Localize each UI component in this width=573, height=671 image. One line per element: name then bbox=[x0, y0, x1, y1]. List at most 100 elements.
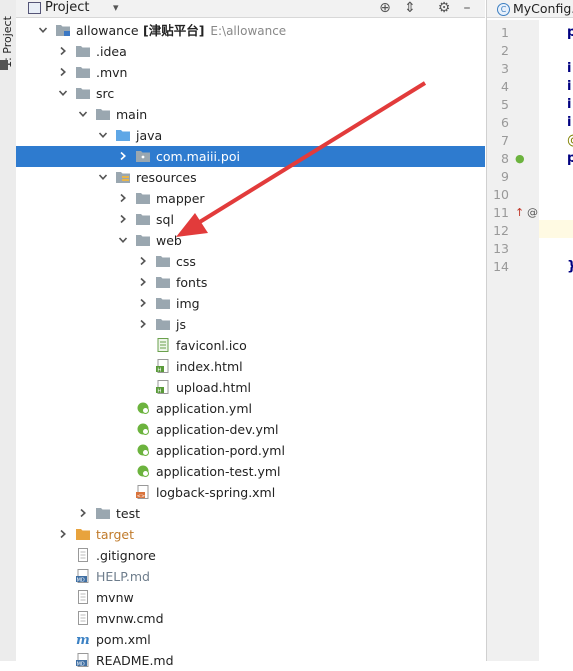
chevron-right-icon[interactable] bbox=[138, 319, 148, 329]
ico-file-icon bbox=[156, 338, 170, 352]
folder-icon bbox=[96, 107, 110, 121]
tree-row-index-html[interactable]: Hindex.html bbox=[16, 356, 485, 377]
tree-row-mvnw-cmd[interactable]: mvnw.cmd bbox=[16, 608, 485, 629]
collapse-all-icon[interactable]: ⇕ bbox=[402, 0, 418, 16]
tree-item-label: application-dev.yml bbox=[156, 422, 279, 437]
tree-row-mapper[interactable]: mapper bbox=[16, 188, 485, 209]
tree-row-com-maiii-poi[interactable]: com.maiii.poi bbox=[16, 146, 485, 167]
tree-row-resources[interactable]: resources bbox=[16, 167, 485, 188]
spring-yml-icon bbox=[136, 422, 150, 436]
tree-row-help-md[interactable]: MD HELP.md bbox=[16, 566, 485, 587]
gear-icon[interactable]: ⚙ bbox=[436, 0, 452, 16]
tree-row-js[interactable]: js bbox=[16, 314, 485, 335]
tree-row-application-yml[interactable]: application.yml bbox=[16, 398, 485, 419]
svg-text:H: H bbox=[157, 367, 161, 373]
tree-item-label: mapper bbox=[156, 191, 205, 206]
tree-row-fonts[interactable]: fonts bbox=[16, 272, 485, 293]
tree-item-label: img bbox=[176, 296, 200, 311]
tree-row-test[interactable]: test bbox=[16, 503, 485, 524]
chevron-right-icon[interactable] bbox=[58, 46, 68, 56]
folder-icon bbox=[136, 233, 150, 247]
tree-item-label: index.html bbox=[176, 359, 243, 374]
tree-item-label: upload.html bbox=[176, 380, 252, 395]
annotation-icon[interactable]: @ bbox=[527, 204, 538, 222]
tree-item-label: com.maiii.poi bbox=[156, 149, 240, 164]
view-dropdown-icon[interactable]: ▾ bbox=[113, 0, 119, 16]
line-number: 2 bbox=[501, 43, 509, 58]
tree-row--mvn[interactable]: .mvn bbox=[16, 62, 485, 83]
tree-row-application-dev-yml[interactable]: application-dev.yml bbox=[16, 419, 485, 440]
chevron-down-icon[interactable] bbox=[78, 109, 88, 119]
svg-text:m: m bbox=[76, 633, 90, 646]
spring-bean-icon[interactable]: ● bbox=[515, 150, 525, 168]
override-icon[interactable]: ↑ bbox=[515, 204, 524, 222]
tree-item-label: test bbox=[116, 506, 141, 521]
tree-row--idea[interactable]: .idea bbox=[16, 41, 485, 62]
chevron-down-icon[interactable] bbox=[58, 88, 68, 98]
svg-text:MD: MD bbox=[77, 661, 85, 667]
tree-row-pom-xml[interactable]: m pom.xml bbox=[16, 629, 485, 650]
tree-row-allowance[interactable]: allowance [津贴平台] E:\allowance bbox=[16, 20, 485, 41]
chevron-down-icon[interactable] bbox=[98, 130, 108, 140]
editor-tab-label[interactable]: MyConfig.j bbox=[513, 0, 573, 17]
line-number: 6 bbox=[501, 115, 509, 130]
tree-row--gitignore[interactable]: .gitignore bbox=[16, 545, 485, 566]
tree-row-application-test-yml[interactable]: application-test.yml bbox=[16, 461, 485, 482]
tree-row-img[interactable]: img bbox=[16, 293, 485, 314]
crosshair-icon[interactable]: ⊕ bbox=[377, 0, 393, 16]
hide-icon[interactable]: – bbox=[459, 0, 475, 16]
tree-row-web[interactable]: web bbox=[16, 230, 485, 251]
tree-row-css[interactable]: css bbox=[16, 251, 485, 272]
chevron-right-icon[interactable] bbox=[118, 214, 128, 224]
chevron-down-icon[interactable] bbox=[118, 235, 128, 245]
chevron-down-icon[interactable] bbox=[38, 25, 48, 35]
line-number: 5 bbox=[501, 97, 509, 112]
tree-item-label: src bbox=[96, 86, 115, 101]
tree-row-src[interactable]: src bbox=[16, 83, 485, 104]
tree-item-label: application.yml bbox=[156, 401, 252, 416]
module-folder-icon bbox=[56, 23, 70, 37]
tree-item-label: js bbox=[176, 317, 186, 332]
chevron-right-icon[interactable] bbox=[138, 298, 148, 308]
line-number: 13 bbox=[493, 241, 509, 256]
tree-item-label: allowance [津贴平台] E:\allowance bbox=[76, 23, 287, 38]
tree-row-logback-spring-xml[interactable]: <> logback-spring.xml bbox=[16, 482, 485, 503]
code-fragment: p bbox=[567, 25, 573, 40]
tree-row-faviconl-ico[interactable]: faviconl.ico bbox=[16, 335, 485, 356]
tree-item-label: .mvn bbox=[96, 65, 128, 80]
folder-icon bbox=[76, 65, 90, 79]
tree-row-mvnw[interactable]: mvnw bbox=[16, 587, 485, 608]
class-file-icon: C bbox=[497, 3, 510, 16]
chevron-right-icon[interactable] bbox=[58, 67, 68, 77]
code-fragment: i bbox=[567, 97, 572, 112]
md-file-icon: MD bbox=[76, 653, 90, 667]
code-fragment: i bbox=[567, 115, 572, 130]
tree-row-main[interactable]: main bbox=[16, 104, 485, 125]
chevron-right-icon[interactable] bbox=[118, 151, 128, 161]
tree-row-upload-html[interactable]: Hupload.html bbox=[16, 377, 485, 398]
tree-item-label: resources bbox=[136, 170, 197, 185]
line-number: 14 bbox=[493, 259, 509, 274]
panel-title[interactable]: Project bbox=[45, 0, 89, 16]
folder-icon bbox=[136, 212, 150, 226]
spring-yml-icon bbox=[136, 401, 150, 415]
chevron-right-icon[interactable] bbox=[118, 193, 128, 203]
folder-icon bbox=[156, 254, 170, 268]
source-folder-icon bbox=[116, 128, 130, 142]
folder-icon bbox=[76, 86, 90, 100]
tree-row-application-pord-yml[interactable]: application-pord.yml bbox=[16, 440, 485, 461]
tree-item-label: sql bbox=[156, 212, 174, 227]
tree-row-target[interactable]: target bbox=[16, 524, 485, 545]
tree-row-sql[interactable]: sql bbox=[16, 209, 485, 230]
chevron-right-icon[interactable] bbox=[78, 508, 88, 518]
tree-item-label: application-pord.yml bbox=[156, 443, 285, 458]
chevron-down-icon[interactable] bbox=[98, 172, 108, 182]
chevron-right-icon[interactable] bbox=[138, 256, 148, 266]
editor-pane: C MyConfig.j 1 2 3 4 5 6 7 8 9 10 11 12 13 14 ● ↑ @ piii… bbox=[486, 0, 573, 661]
tree-row-java[interactable]: java bbox=[16, 125, 485, 146]
chevron-right-icon[interactable] bbox=[58, 529, 68, 539]
chevron-right-icon[interactable] bbox=[138, 277, 148, 287]
tree-item-label: fonts bbox=[176, 275, 208, 290]
editor-tab[interactable]: C MyConfig.j bbox=[487, 0, 573, 18]
tree-item-label: mvnw bbox=[96, 590, 134, 605]
